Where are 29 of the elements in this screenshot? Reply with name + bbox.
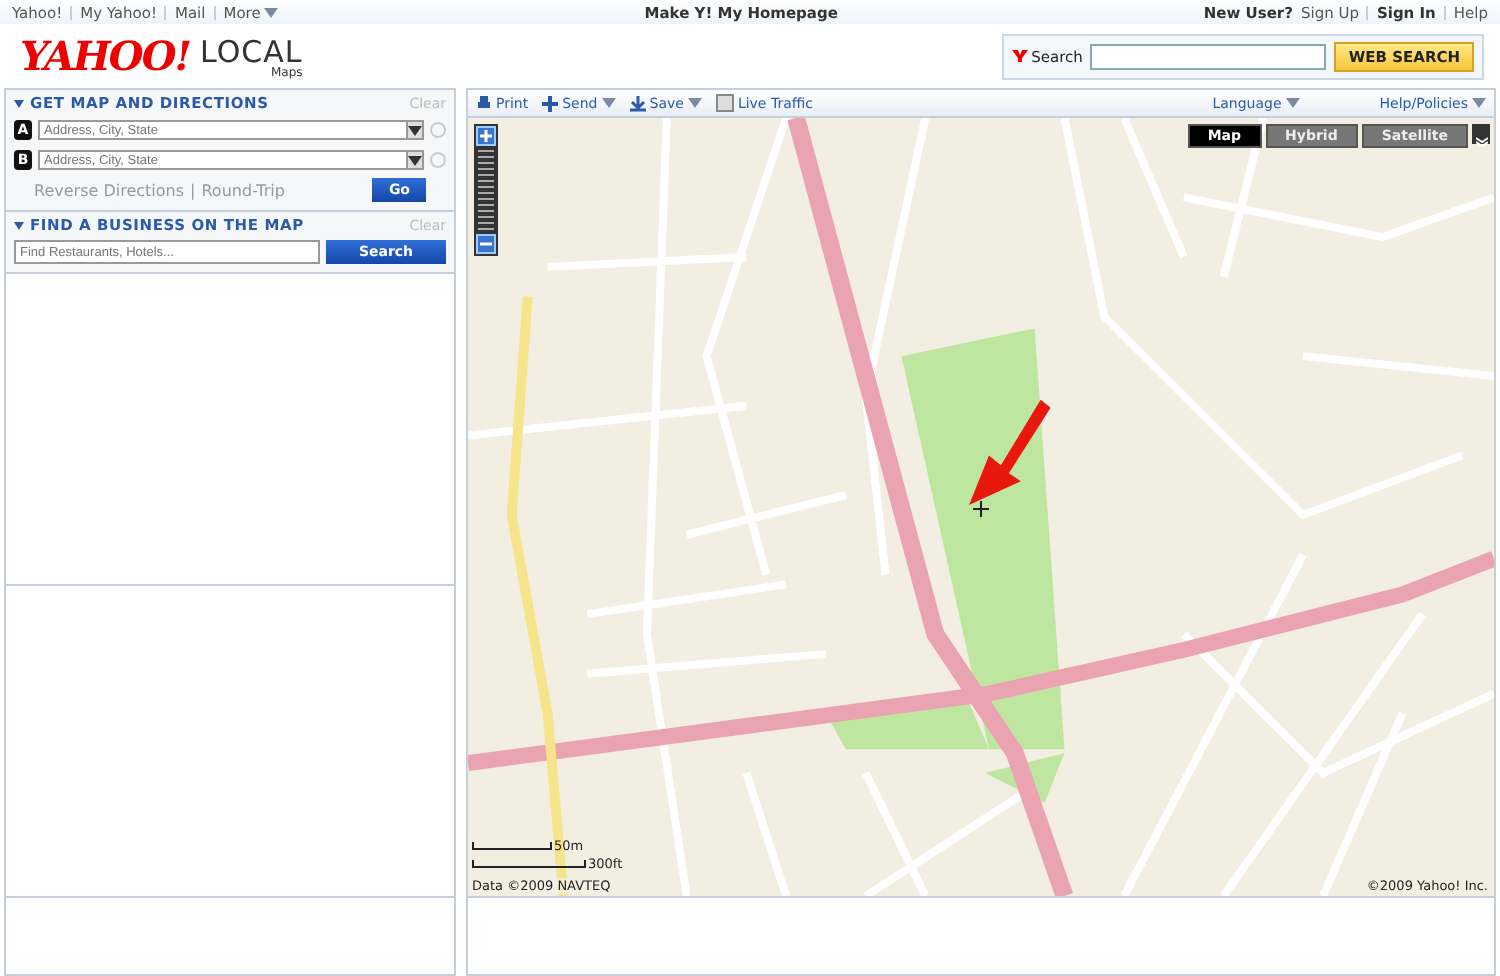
- caret-icon: [687, 98, 702, 108]
- separator: |: [190, 181, 196, 199]
- zoom-in-button[interactable]: [476, 126, 496, 146]
- live-traffic-checkbox[interactable]: [715, 94, 734, 112]
- crosshair-icon: [972, 500, 990, 518]
- printer-icon: [476, 95, 492, 111]
- yahoo-logo[interactable]: YAHOO!: [20, 32, 191, 80]
- zoom-out-button[interactable]: [476, 234, 496, 254]
- dropdown-button[interactable]: [406, 120, 424, 140]
- yahoo-y-icon: [1011, 48, 1028, 64]
- chevron-icon: [1475, 136, 1487, 148]
- caret-icon: [264, 7, 279, 17]
- dropdown-button[interactable]: [406, 150, 424, 170]
- plus-icon: [480, 130, 492, 142]
- minus-icon: [480, 238, 492, 250]
- product-title: LOCAL: [200, 38, 303, 68]
- caret-icon: [1285, 98, 1300, 108]
- collapse-button[interactable]: [1472, 124, 1490, 144]
- zoom-control[interactable]: [474, 124, 498, 256]
- plus-icon: [542, 95, 559, 111]
- caret-icon: [601, 98, 616, 108]
- caret-icon: [408, 155, 422, 165]
- download-icon: [629, 95, 646, 111]
- collapse-triangle-icon[interactable]: [14, 99, 24, 107]
- location-arrow-icon: [969, 399, 1051, 505]
- search-field[interactable]: [1090, 43, 1327, 69]
- caret-icon: [408, 125, 422, 135]
- collapse-triangle-icon[interactable]: [14, 221, 24, 229]
- caret-icon: [1472, 98, 1486, 108]
